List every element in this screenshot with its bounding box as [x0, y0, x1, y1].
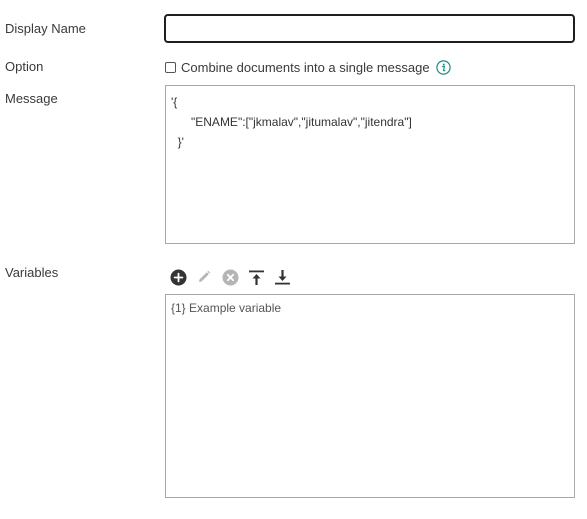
variables-toolbar: [169, 267, 299, 287]
message-textarea[interactable]: '{ "ENAME":["jkmalav","jitumalav","jiten…: [165, 85, 575, 244]
combine-documents-label: Combine documents into a single message: [181, 59, 430, 75]
combine-documents-checkbox[interactable]: [165, 61, 176, 73]
display-name-label: Display Name: [5, 21, 86, 36]
message-label: Message: [5, 91, 58, 106]
option-label: Option: [5, 59, 44, 74]
move-to-top-icon[interactable]: [247, 268, 265, 286]
display-name-input[interactable]: [164, 14, 575, 43]
move-to-bottom-icon[interactable]: [273, 268, 291, 286]
edit-icon[interactable]: [195, 268, 213, 286]
info-icon[interactable]: [435, 59, 451, 75]
list-item[interactable]: {1} Example variable: [171, 300, 569, 316]
variables-label: Variables: [5, 265, 59, 280]
variables-list[interactable]: {1} Example variable: [165, 294, 575, 498]
add-icon[interactable]: [169, 268, 187, 286]
delete-icon[interactable]: [221, 268, 239, 286]
combine-documents-option[interactable]: Combine documents into a single message: [165, 58, 451, 76]
